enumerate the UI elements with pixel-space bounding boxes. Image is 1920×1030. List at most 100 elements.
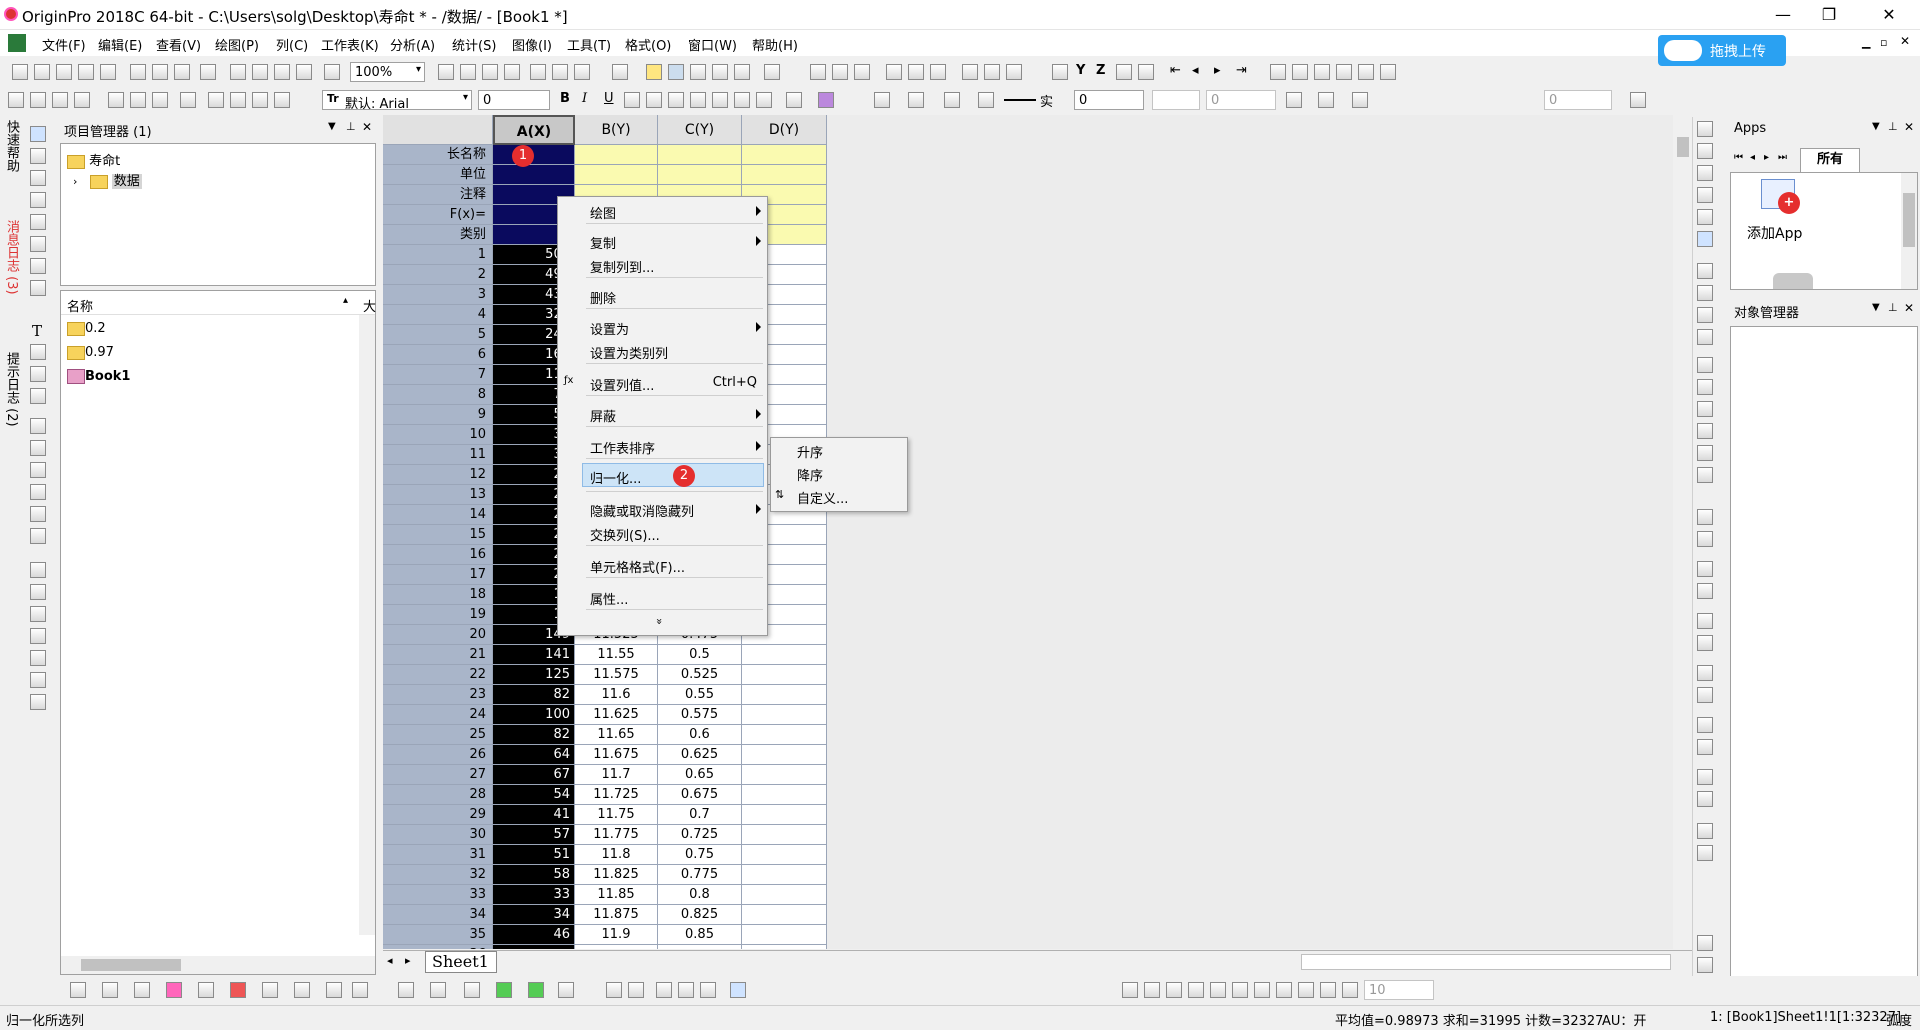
pin-icon[interactable]: ⊥ bbox=[346, 120, 356, 133]
set-y-icon[interactable]: Y bbox=[1076, 63, 1085, 78]
add-layer-icon[interactable] bbox=[1697, 263, 1713, 279]
table-cell[interactable]: 11.75 bbox=[575, 805, 658, 825]
row-number[interactable]: 30 bbox=[383, 825, 493, 845]
tree-child[interactable]: › 数据 bbox=[73, 170, 142, 189]
row-number[interactable]: 4 bbox=[383, 305, 493, 325]
menu-window[interactable]: 窗口(W) bbox=[688, 35, 737, 54]
row-number[interactable]: 17 bbox=[383, 565, 493, 585]
print-preview-icon[interactable] bbox=[656, 982, 672, 998]
message-log-icon[interactable] bbox=[668, 64, 684, 80]
3d-plot-icon[interactable] bbox=[326, 982, 342, 998]
table-cell[interactable]: 11.625 bbox=[575, 705, 658, 725]
row-number[interactable]: 23 bbox=[383, 685, 493, 705]
bucket-icon[interactable] bbox=[30, 672, 46, 688]
rectangle-tool-icon[interactable] bbox=[30, 418, 46, 434]
new-notes-icon[interactable] bbox=[152, 64, 168, 80]
row-number[interactable]: 20 bbox=[383, 625, 493, 645]
pointer-icon[interactable] bbox=[30, 126, 46, 142]
line-width-select[interactable]: 0 bbox=[1074, 90, 1144, 110]
dropdown-icon[interactable]: ▼ bbox=[328, 121, 336, 132]
resize-icon[interactable] bbox=[1697, 823, 1713, 839]
draw-data-icon[interactable] bbox=[30, 280, 46, 296]
bar-chart-icon[interactable] bbox=[886, 64, 902, 80]
table-cell[interactable]: 0.775 bbox=[658, 865, 742, 885]
row-number[interactable]: 32 bbox=[383, 865, 493, 885]
table-cell[interactable]: 11.825 bbox=[575, 865, 658, 885]
save-template-icon[interactable] bbox=[296, 64, 312, 80]
table-grid-icon[interactable] bbox=[1352, 92, 1368, 108]
new-folder-icon[interactable] bbox=[34, 64, 50, 80]
matrix-icon[interactable] bbox=[558, 982, 574, 998]
reduce-icon[interactable] bbox=[1697, 687, 1713, 703]
menu-item-delete[interactable]: 删除 bbox=[590, 288, 616, 307]
open-icon[interactable] bbox=[230, 64, 246, 80]
save-icon[interactable] bbox=[274, 64, 290, 80]
layer-tool-icon[interactable] bbox=[1697, 121, 1713, 137]
corner-cell[interactable] bbox=[383, 115, 493, 145]
column-plot-icon[interactable] bbox=[166, 982, 182, 998]
menu-file[interactable]: 文件(F) bbox=[42, 35, 86, 54]
circle-tool-icon[interactable] bbox=[30, 584, 46, 600]
row-number[interactable]: 31 bbox=[383, 845, 493, 865]
tree-root[interactable]: 寿命t bbox=[67, 150, 120, 169]
submenu-custom[interactable]: 自定义... bbox=[797, 488, 848, 507]
next-row-icon[interactable]: ▸ bbox=[1214, 63, 1221, 78]
column-width-icon[interactable] bbox=[786, 92, 802, 108]
submenu-descending[interactable]: 降序 bbox=[797, 465, 823, 484]
filter-icon[interactable] bbox=[962, 64, 978, 80]
send-back-icon[interactable] bbox=[1144, 982, 1160, 998]
menu-item-normalize[interactable]: 归一化... bbox=[590, 468, 641, 487]
row-number[interactable]: 10 bbox=[383, 425, 493, 445]
menu-view[interactable]: 查看(V) bbox=[156, 35, 201, 54]
greek-icon[interactable] bbox=[690, 92, 706, 108]
menu-item-plot[interactable]: 绘图 bbox=[590, 203, 616, 222]
mask-range-icon[interactable] bbox=[1292, 64, 1308, 80]
table-cell[interactable] bbox=[742, 765, 827, 785]
split-view-icon[interactable] bbox=[700, 982, 716, 998]
row-number[interactable]: 9 bbox=[383, 405, 493, 425]
group-objects-icon[interactable] bbox=[1276, 982, 1292, 998]
header-cell[interactable] bbox=[493, 165, 575, 185]
layer-grid-icon[interactable] bbox=[1697, 307, 1713, 323]
table-cell[interactable]: 11.725 bbox=[575, 785, 658, 805]
menu-edit[interactable]: 编辑(E) bbox=[98, 35, 142, 54]
tab-prev-icon[interactable]: ◂ bbox=[387, 954, 393, 967]
row-number[interactable]: 33 bbox=[383, 885, 493, 905]
last-icon[interactable]: ⏭ bbox=[1778, 152, 1787, 163]
open-template-icon[interactable] bbox=[252, 64, 268, 80]
tab-quick-help[interactable]: 快速帮助 bbox=[2, 120, 21, 172]
batch-icon[interactable] bbox=[152, 92, 168, 108]
frame-icon[interactable] bbox=[1697, 769, 1713, 785]
table-cell[interactable]: 125 bbox=[493, 665, 575, 685]
same-size-icon[interactable] bbox=[1254, 982, 1270, 998]
screen-reader-icon[interactable] bbox=[30, 192, 46, 208]
screen-icon[interactable] bbox=[1697, 935, 1713, 951]
axis-icon[interactable] bbox=[30, 606, 46, 622]
row-number[interactable]: 16 bbox=[383, 545, 493, 565]
bring-forward-icon[interactable] bbox=[1166, 982, 1182, 998]
scroll-thumb[interactable] bbox=[1677, 137, 1689, 157]
prev-row-icon[interactable]: ◂ bbox=[1192, 63, 1199, 78]
ungroup-icon[interactable] bbox=[1697, 739, 1713, 755]
quick-help-icon[interactable] bbox=[646, 64, 662, 80]
recalculate-icon[interactable] bbox=[324, 64, 340, 80]
text-tool-icon[interactable]: T bbox=[32, 322, 42, 340]
table-cell[interactable] bbox=[742, 945, 827, 949]
header-cell[interactable] bbox=[658, 145, 742, 165]
line-style-icon[interactable] bbox=[1004, 99, 1036, 101]
horizontal-scrollbar[interactable] bbox=[1301, 954, 1671, 970]
tab-message-log[interactable]: 消息日志 (3) bbox=[2, 220, 21, 295]
menu-format[interactable]: 格式(O) bbox=[625, 35, 671, 54]
menu-item-mask[interactable]: 屏蔽 bbox=[590, 406, 616, 425]
bring-front-icon[interactable] bbox=[1122, 982, 1138, 998]
new-workbook-icon[interactable] bbox=[56, 64, 72, 80]
header-cell[interactable] bbox=[742, 145, 827, 165]
paste-link-icon[interactable] bbox=[274, 92, 290, 108]
menu-image[interactable]: 图像(I) bbox=[512, 35, 552, 54]
statistics-icon[interactable] bbox=[930, 64, 946, 80]
fit-linear-icon[interactable] bbox=[496, 982, 512, 998]
align-center-icon[interactable] bbox=[1697, 445, 1713, 461]
vertical-scrollbar[interactable] bbox=[1901, 173, 1917, 289]
table-cell[interactable] bbox=[742, 905, 827, 925]
table-cell[interactable]: 67 bbox=[493, 765, 575, 785]
